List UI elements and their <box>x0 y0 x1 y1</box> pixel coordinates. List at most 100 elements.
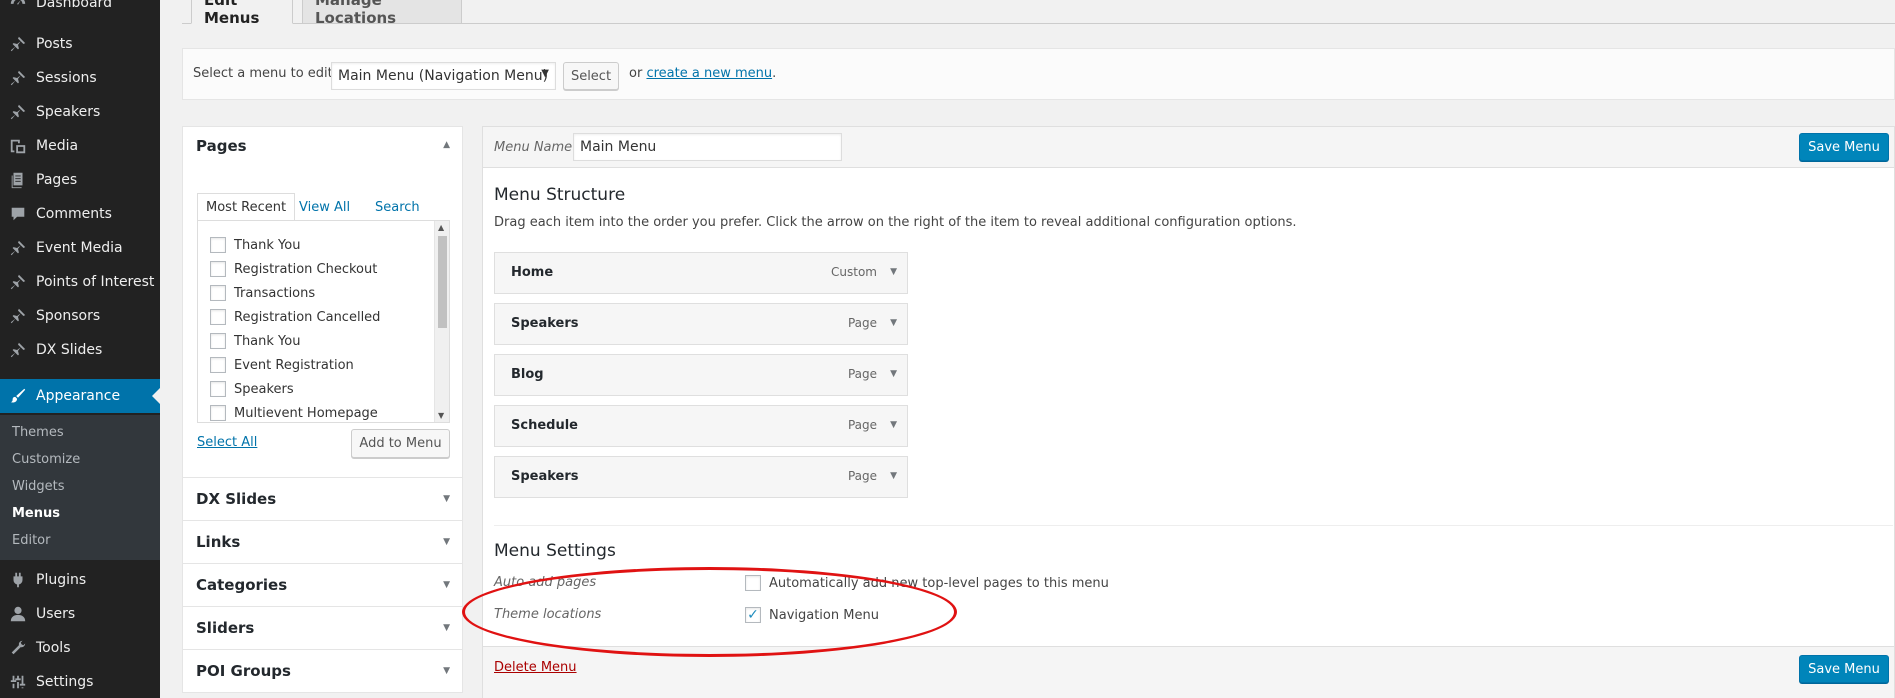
checkbox[interactable] <box>210 381 226 397</box>
sidebar-item-sessions[interactable]: Sessions <box>0 61 160 95</box>
tab-manage-locations[interactable]: Manage Locations <box>302 0 462 27</box>
sidebar-item-settings[interactable]: Settings <box>0 665 160 698</box>
or-text: or <box>629 66 643 81</box>
dx-slides-section[interactable]: DX Slides ▼ <box>182 477 463 521</box>
sidebar-item-plugins[interactable]: Plugins <box>0 563 160 597</box>
sidebar-item-points-of-interest[interactable]: Points of Interest <box>0 265 160 299</box>
scrollbar-thumb[interactable] <box>438 236 447 328</box>
settings-icon <box>0 673 36 691</box>
chevron-down-icon[interactable]: ▼ <box>890 369 897 379</box>
tab-view-all[interactable]: View All <box>291 193 358 221</box>
navigation-menu-option[interactable]: ✓ Navigation Menu <box>745 607 879 623</box>
tab-most-recent[interactable]: Most Recent <box>197 193 296 221</box>
sidebar-item-dashboard[interactable]: Dashboard <box>0 0 160 20</box>
submenu-item-themes[interactable]: Themes <box>12 425 64 440</box>
chevron-down-icon: ▼ <box>443 623 450 633</box>
menu-item-home[interactable]: Home Custom ▼ <box>494 252 908 294</box>
sidebar-item-sponsors[interactable]: Sponsors <box>0 299 160 333</box>
pushpin-icon <box>0 103 36 121</box>
submenu-item-widgets[interactable]: Widgets <box>12 479 65 494</box>
sidebar-item-label: DX Slides <box>36 342 103 358</box>
create-new-menu-link[interactable]: create a new menu <box>646 66 772 81</box>
scroll-up-icon[interactable]: ▲ <box>438 223 444 232</box>
submenu-item-menus[interactable]: Menus <box>12 506 60 521</box>
list-item[interactable]: Event Registration <box>210 357 354 373</box>
menu-item-title: Blog <box>511 367 544 382</box>
list-item[interactable]: Transactions <box>210 285 315 301</box>
chevron-down-icon[interactable]: ▼ <box>890 471 897 481</box>
save-menu-button-top[interactable]: Save Menu <box>1799 133 1889 161</box>
checklist-scrollbar[interactable]: ▲ ▼ <box>434 221 449 422</box>
checkmark-icon: ✓ <box>747 607 759 623</box>
menu-item-blog[interactable]: Blog Page ▼ <box>494 354 908 396</box>
list-item[interactable]: Registration Checkout <box>210 261 377 277</box>
list-item[interactable]: Multievent Homepage <box>210 405 378 421</box>
select-button[interactable]: Select <box>563 62 619 90</box>
menu-item-speakers[interactable]: Speakers Page ▼ <box>494 303 908 345</box>
plugin-icon <box>0 571 36 589</box>
submenu-item-customize[interactable]: Customize <box>12 452 80 467</box>
checkbox[interactable] <box>210 333 226 349</box>
checkbox[interactable] <box>210 357 226 373</box>
menu-footer: Delete Menu Save Menu <box>483 646 1894 698</box>
sidebar-item-comments[interactable]: Comments <box>0 197 160 231</box>
sliders-section[interactable]: Sliders ▼ <box>182 606 463 650</box>
menu-select-value: Main Menu (Navigation Menu) <box>338 68 549 84</box>
sidebar-item-pages[interactable]: Pages <box>0 163 160 197</box>
sidebar-item-speakers[interactable]: Speakers <box>0 95 160 129</box>
menu-select-dropdown[interactable]: Main Menu (Navigation Menu) ▼ <box>331 62 556 90</box>
menu-item-schedule[interactable]: Schedule Page ▼ <box>494 405 908 447</box>
sidebar-item-media[interactable]: Media <box>0 129 160 163</box>
tab-edit-menus[interactable]: Edit Menus <box>191 0 293 27</box>
sidebar-item-dx-slides[interactable]: DX Slides <box>0 333 160 367</box>
checkbox[interactable] <box>210 285 226 301</box>
chevron-down-icon[interactable]: ▼ <box>890 267 897 277</box>
list-item[interactable]: Thank You <box>210 333 300 349</box>
paintbrush-icon <box>0 387 36 405</box>
pages-section-title: Pages <box>196 137 247 155</box>
sidebar-item-users[interactable]: Users <box>0 597 160 631</box>
menu-name-label: Menu Name <box>494 140 573 155</box>
chevron-down-icon: ▼ <box>443 666 450 676</box>
menu-item-title: Home <box>511 265 554 280</box>
sidebar-item-label: Media <box>36 138 79 154</box>
sidebar-item-label: Sponsors <box>36 308 101 324</box>
sidebar-item-event-media[interactable]: Event Media <box>0 231 160 265</box>
sidebar-item-label: Appearance <box>36 388 121 404</box>
scroll-down-icon[interactable]: ▼ <box>438 411 444 420</box>
checkbox[interactable] <box>210 237 226 253</box>
select-all-link[interactable]: Select All <box>197 435 257 450</box>
checkbox[interactable] <box>210 309 226 325</box>
categories-section[interactable]: Categories ▼ <box>182 563 463 607</box>
sidebar-item-tools[interactable]: Tools <box>0 631 160 665</box>
checkbox[interactable] <box>210 261 226 277</box>
section-title: Categories <box>196 576 288 594</box>
delete-menu-link[interactable]: Delete Menu <box>494 660 577 675</box>
auto-add-option[interactable]: Automatically add new top-level pages to… <box>745 575 1109 591</box>
menu-name-input[interactable]: Main Menu <box>573 133 842 161</box>
pages-icon <box>0 171 36 189</box>
poi-groups-section[interactable]: POI Groups ▼ <box>182 649 463 693</box>
list-item[interactable]: Registration Cancelled <box>210 309 380 325</box>
pages-section-header[interactable]: Pages ▲ <box>183 127 462 165</box>
chevron-down-icon: ▼ <box>443 580 450 590</box>
checkbox[interactable] <box>210 405 226 421</box>
tab-search[interactable]: Search <box>367 193 428 221</box>
users-icon <box>0 605 36 623</box>
wrench-icon <box>0 639 36 657</box>
chevron-down-icon[interactable]: ▼ <box>890 318 897 328</box>
chevron-down-icon: ▼ <box>541 68 549 79</box>
sidebar-item-posts[interactable]: Posts <box>0 27 160 61</box>
menu-item-speakers-2[interactable]: Speakers Page ▼ <box>494 456 908 498</box>
auto-add-checkbox[interactable] <box>745 575 761 591</box>
dashboard-icon <box>0 0 36 12</box>
list-item[interactable]: Thank You <box>210 237 300 253</box>
sidebar-item-appearance[interactable]: Appearance <box>0 379 160 413</box>
list-item[interactable]: Speakers <box>210 381 294 397</box>
chevron-down-icon[interactable]: ▼ <box>890 420 897 430</box>
add-to-menu-button[interactable]: Add to Menu <box>351 429 450 458</box>
navigation-menu-checkbox[interactable]: ✓ <box>745 607 761 623</box>
links-section[interactable]: Links ▼ <box>182 520 463 564</box>
submenu-item-editor[interactable]: Editor <box>12 533 50 548</box>
save-menu-button-bottom[interactable]: Save Menu <box>1799 655 1889 683</box>
